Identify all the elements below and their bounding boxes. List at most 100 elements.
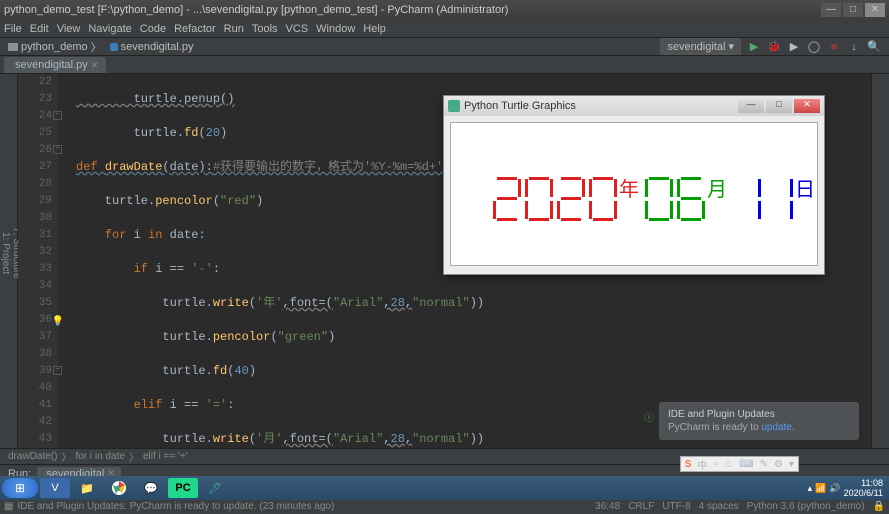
line-number: 22: [18, 74, 52, 91]
file-encoding[interactable]: UTF-8: [662, 501, 690, 512]
notification-popup[interactable]: ⓘ IDE and Plugin Updates PyCharm is read…: [659, 402, 859, 440]
tray-chevron-icon[interactable]: ▴: [808, 483, 813, 494]
intention-bulb-icon[interactable]: 💡: [52, 314, 64, 331]
line-gutter: 22 23 24− 25 26− 27 28 29 30 31 32 33 34…: [18, 74, 58, 448]
line-number: 37: [18, 329, 52, 346]
window-title: python_demo_test [F:\python_demo] - ...\…: [4, 4, 821, 16]
ime-language-bar[interactable]: S 中 ▫ ☺ ⌨ ✎ ⚙ ▾: [680, 456, 799, 472]
ime-item[interactable]: ⌨: [737, 459, 755, 470]
editor-tab-bar: sevendigital.py ✕: [0, 56, 889, 74]
menu-run[interactable]: Run: [224, 23, 244, 35]
folder-icon: [8, 43, 18, 51]
project-tool-tab[interactable]: 1: Project: [0, 232, 11, 274]
ime-item[interactable]: ✎: [758, 459, 770, 470]
run-button[interactable]: ▶: [747, 40, 761, 54]
taskbar-app-chrome[interactable]: [104, 478, 134, 498]
menu-bar: File Edit View Navigate Code Refactor Ru…: [0, 20, 889, 38]
turtle-window-title: Python Turtle Graphics: [464, 100, 736, 112]
tray-volume-icon[interactable]: 🔊: [829, 483, 840, 494]
line-number: 36💡: [18, 312, 52, 329]
taskbar-clock[interactable]: 11:08 2020/6/11: [844, 478, 883, 498]
notification-body: PyCharm is ready to update.: [668, 422, 850, 433]
sogou-ime-icon[interactable]: S: [683, 459, 694, 470]
line-separator[interactable]: CRLF: [628, 501, 654, 512]
left-tool-strip: 1: Project 7: Structure 2: Favorites: [0, 74, 18, 448]
search-icon[interactable]: 🔍: [867, 40, 881, 54]
menu-view[interactable]: View: [57, 23, 81, 35]
clock-time: 11:08: [844, 478, 883, 488]
line-number: 43: [18, 431, 52, 448]
readonly-lock-icon[interactable]: 🔒: [873, 501, 885, 512]
menu-tools[interactable]: Tools: [252, 23, 278, 35]
breadcrumb-item[interactable]: elif i == '+': [143, 451, 188, 462]
menu-navigate[interactable]: Navigate: [88, 23, 131, 35]
status-bar: ▦ IDE and Plugin Updates: PyCharm is rea…: [0, 498, 889, 514]
fold-icon[interactable]: −: [53, 366, 62, 375]
tray-network-icon[interactable]: 📶: [815, 483, 826, 494]
taskbar-app-explorer[interactable]: 📁: [72, 478, 102, 498]
tab-close-icon[interactable]: ✕: [91, 60, 99, 71]
profile-button[interactable]: ◯: [807, 40, 821, 54]
menu-help[interactable]: Help: [363, 23, 386, 35]
ime-item[interactable]: ⚙: [772, 459, 785, 470]
taskbar-app-wechat[interactable]: 💬: [136, 478, 166, 498]
navigation-bar: python_demo 〉 sevendigital.py sevendigit…: [0, 38, 889, 56]
run-config-dropdown[interactable]: sevendigital ▾: [660, 38, 741, 55]
fold-icon[interactable]: −: [53, 145, 62, 154]
date-display: 年月日: [493, 177, 821, 221]
interpreter-status[interactable]: Python 3.6 (python_demo): [747, 501, 865, 512]
ime-item[interactable]: ▫: [711, 459, 719, 470]
status-message: IDE and Plugin Updates: PyCharm is ready…: [17, 501, 587, 512]
minimize-button[interactable]: —: [821, 3, 841, 17]
line-number: 29: [18, 193, 52, 210]
menu-window[interactable]: Window: [316, 23, 355, 35]
indent-status[interactable]: 4 spaces: [699, 501, 739, 512]
chevron-right-icon: 〉: [91, 39, 102, 55]
editor-tab-sevendigital[interactable]: sevendigital.py ✕: [4, 57, 106, 73]
close-button[interactable]: ✕: [865, 3, 885, 17]
line-number: 39−: [18, 363, 52, 380]
line-number: 32: [18, 244, 52, 261]
line-number: 23: [18, 91, 52, 108]
taskbar-app-turtle[interactable]: 🖊: [200, 478, 230, 498]
vcs-update-icon[interactable]: ↓: [847, 40, 861, 54]
breadcrumb-item[interactable]: drawDate(): [8, 451, 57, 462]
ime-item[interactable]: ▾: [787, 459, 796, 470]
notification-title: IDE and Plugin Updates: [668, 409, 850, 420]
start-button[interactable]: ⊞: [2, 478, 38, 498]
system-tray[interactable]: ▴ 📶 🔊 11:08 2020/6/11: [808, 478, 887, 498]
coverage-button[interactable]: ▶: [787, 40, 801, 54]
menu-code[interactable]: Code: [140, 23, 166, 35]
menu-vcs[interactable]: VCS: [286, 23, 309, 35]
line-number: 30: [18, 210, 52, 227]
ime-item[interactable]: ☺: [721, 459, 735, 470]
line-number: 42: [18, 414, 52, 431]
maximize-button[interactable]: □: [766, 99, 792, 113]
minimize-button[interactable]: —: [738, 99, 764, 113]
taskbar-app-pycharm[interactable]: PC: [168, 478, 198, 498]
turtle-graphics-window[interactable]: Python Turtle Graphics — □ ✕ 年月日: [443, 95, 825, 275]
nav-file[interactable]: sevendigital.py: [110, 41, 194, 53]
turtle-title-bar[interactable]: Python Turtle Graphics — □ ✕: [444, 96, 824, 116]
fold-icon[interactable]: −: [53, 111, 62, 120]
debug-button[interactable]: 🐞: [767, 40, 781, 54]
clock-date: 2020/6/11: [844, 488, 883, 498]
ime-mode[interactable]: 中: [695, 457, 709, 472]
caret-position[interactable]: 36:48: [595, 501, 620, 512]
window-titlebar: python_demo_test [F:\python_demo] - ...\…: [0, 0, 889, 20]
line-number: 40: [18, 380, 52, 397]
status-grip-icon[interactable]: ▦: [4, 501, 13, 512]
menu-refactor[interactable]: Refactor: [174, 23, 216, 35]
taskbar-app-vscode[interactable]: V: [40, 478, 70, 498]
right-tool-strip: [871, 74, 889, 448]
menu-file[interactable]: File: [4, 23, 22, 35]
close-button[interactable]: ✕: [794, 99, 820, 113]
update-link[interactable]: update: [761, 422, 792, 433]
nav-project[interactable]: python_demo 〉: [8, 39, 102, 55]
stop-button[interactable]: ■: [827, 40, 841, 54]
turtle-app-icon: [448, 100, 460, 112]
nav-project-label: python_demo: [21, 41, 88, 53]
maximize-button[interactable]: □: [843, 3, 863, 17]
menu-edit[interactable]: Edit: [30, 23, 49, 35]
breadcrumb-item[interactable]: for i in date: [75, 451, 124, 462]
